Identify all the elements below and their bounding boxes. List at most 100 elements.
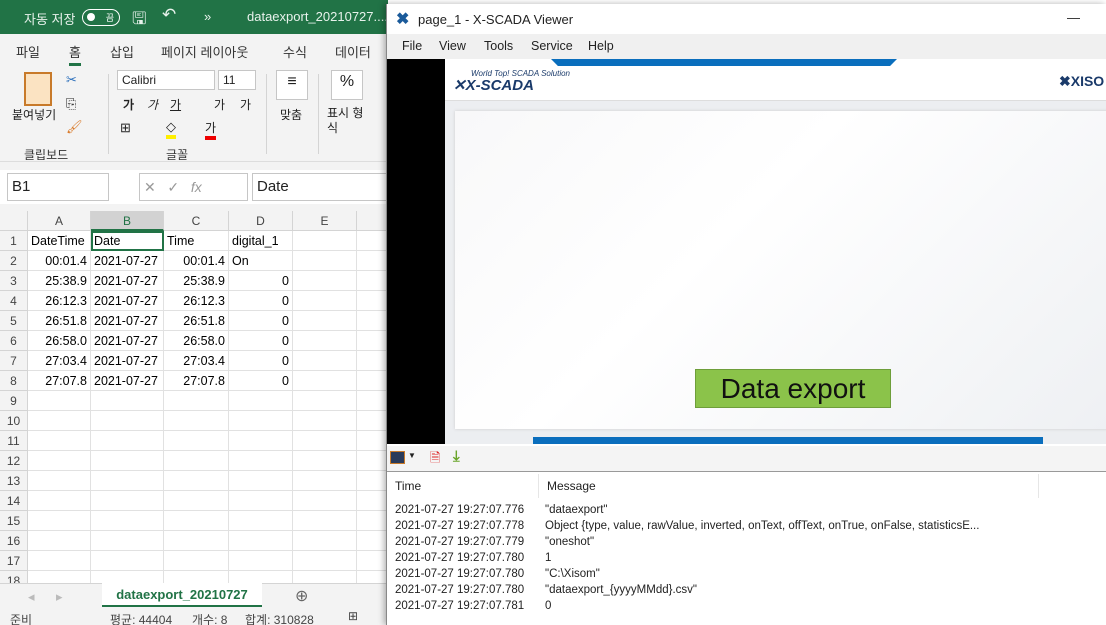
bold-button[interactable]: 가 (123, 96, 134, 113)
column-header[interactable]: C (164, 211, 229, 231)
row-header[interactable]: 3 (0, 271, 28, 291)
row-header[interactable]: 9 (0, 391, 28, 411)
row-header[interactable]: 17 (0, 551, 28, 571)
column-header[interactable] (357, 211, 388, 231)
cell[interactable]: 26:12.3 (28, 291, 91, 311)
cell[interactable]: 0 (229, 311, 293, 331)
cell[interactable] (229, 451, 293, 471)
autosave-toggle[interactable]: 끔 (82, 9, 120, 26)
cell[interactable] (164, 431, 229, 451)
cell[interactable]: 0 (229, 371, 293, 391)
tab-insert[interactable]: 삽입 (110, 42, 134, 61)
italic-button[interactable]: 가 (147, 96, 158, 113)
row-header[interactable]: 1 (0, 231, 28, 251)
row-header[interactable]: 13 (0, 471, 28, 491)
row-header[interactable]: 5 (0, 311, 28, 331)
save-icon[interactable]: 🖫 (132, 6, 146, 35)
cell[interactable] (91, 451, 164, 471)
tab-data[interactable]: 데이터 (335, 42, 371, 61)
cell[interactable] (293, 371, 357, 391)
cell[interactable]: 26:58.0 (28, 331, 91, 351)
cell[interactable]: 2021-07-27 (91, 331, 164, 351)
cell[interactable] (28, 491, 91, 511)
row-header[interactable]: 10 (0, 411, 28, 431)
menu-service[interactable]: Service (531, 39, 573, 53)
formula-input[interactable]: Date (252, 173, 388, 201)
fx-button[interactable]: fx (191, 179, 202, 195)
row-header[interactable]: 6 (0, 331, 28, 351)
font-color-button[interactable]: 가 (205, 119, 217, 140)
cell[interactable] (28, 451, 91, 471)
cell[interactable]: 27:07.8 (28, 371, 91, 391)
row-header[interactable]: 8 (0, 371, 28, 391)
cell[interactable] (229, 511, 293, 531)
cell[interactable] (293, 311, 357, 331)
cell[interactable]: 26:58.0 (164, 331, 229, 351)
cell[interactable] (357, 331, 388, 351)
menu-view[interactable]: View (439, 39, 466, 53)
cell[interactable] (293, 351, 357, 371)
dropdown-icon[interactable]: ▼ (408, 451, 416, 460)
number-format-button[interactable]: 표시 형식 (327, 106, 371, 136)
align-icon[interactable]: ≡ (276, 70, 308, 100)
cell[interactable] (293, 431, 357, 451)
cell[interactable] (164, 551, 229, 571)
cell[interactable] (91, 431, 164, 451)
select-all[interactable] (0, 211, 28, 231)
cell[interactable] (357, 291, 388, 311)
cell[interactable]: 0 (229, 331, 293, 351)
cell[interactable] (28, 391, 91, 411)
cell[interactable] (28, 431, 91, 451)
column-header[interactable]: B (91, 211, 164, 231)
row-header[interactable]: 4 (0, 291, 28, 311)
cell[interactable] (357, 411, 388, 431)
cell[interactable] (293, 551, 357, 571)
row-header[interactable]: 7 (0, 351, 28, 371)
tab-home[interactable]: 홈 (69, 42, 81, 66)
cell[interactable] (293, 531, 357, 551)
cell[interactable] (293, 251, 357, 271)
cell[interactable] (229, 391, 293, 411)
cell[interactable] (357, 311, 388, 331)
cell[interactable]: 2021-07-27 (91, 311, 164, 331)
cell[interactable]: 2021-07-27 (91, 371, 164, 391)
cell[interactable]: 26:51.8 (164, 311, 229, 331)
cell[interactable]: On (229, 251, 293, 271)
cell[interactable]: 2021-07-27 (91, 291, 164, 311)
cell[interactable] (357, 371, 388, 391)
font-size-select[interactable]: 11 (218, 70, 256, 90)
cell[interactable] (293, 291, 357, 311)
cell[interactable] (357, 251, 388, 271)
shrink-font-button[interactable]: 가 (240, 96, 251, 113)
tab-page-layout[interactable]: 페이지 레이아웃 (161, 42, 248, 61)
row-header[interactable]: 16 (0, 531, 28, 551)
cell[interactable]: 00:01.4 (28, 251, 91, 271)
col-message[interactable]: Message (539, 474, 1039, 498)
row-header[interactable]: 14 (0, 491, 28, 511)
cell[interactable] (357, 351, 388, 371)
cell[interactable] (293, 411, 357, 431)
cell[interactable] (91, 511, 164, 531)
undo-icon[interactable]: ↶ (162, 5, 176, 25)
cell[interactable] (357, 531, 388, 551)
cell[interactable]: digital_1 (229, 231, 293, 251)
next-sheet-icon[interactable]: ▸ (56, 589, 63, 605)
cell[interactable] (357, 271, 388, 291)
row-header[interactable]: 12 (0, 451, 28, 471)
cell[interactable] (293, 331, 357, 351)
row-header[interactable]: 15 (0, 511, 28, 531)
normal-view-icon[interactable]: ⊞ (348, 609, 358, 623)
cell[interactable]: DateTime (28, 231, 91, 251)
cell[interactable] (293, 511, 357, 531)
cell[interactable] (164, 451, 229, 471)
cell[interactable]: 27:03.4 (28, 351, 91, 371)
cell[interactable] (229, 491, 293, 511)
percent-icon[interactable]: % (331, 70, 363, 100)
cell[interactable] (28, 531, 91, 551)
format-painter-icon[interactable]: 🖌 (66, 119, 83, 135)
cell[interactable]: 25:38.9 (164, 271, 229, 291)
cell[interactable]: 2021-07-27 (91, 351, 164, 371)
paste-icon[interactable] (24, 72, 52, 106)
cell[interactable] (28, 411, 91, 431)
cell[interactable] (357, 231, 388, 251)
